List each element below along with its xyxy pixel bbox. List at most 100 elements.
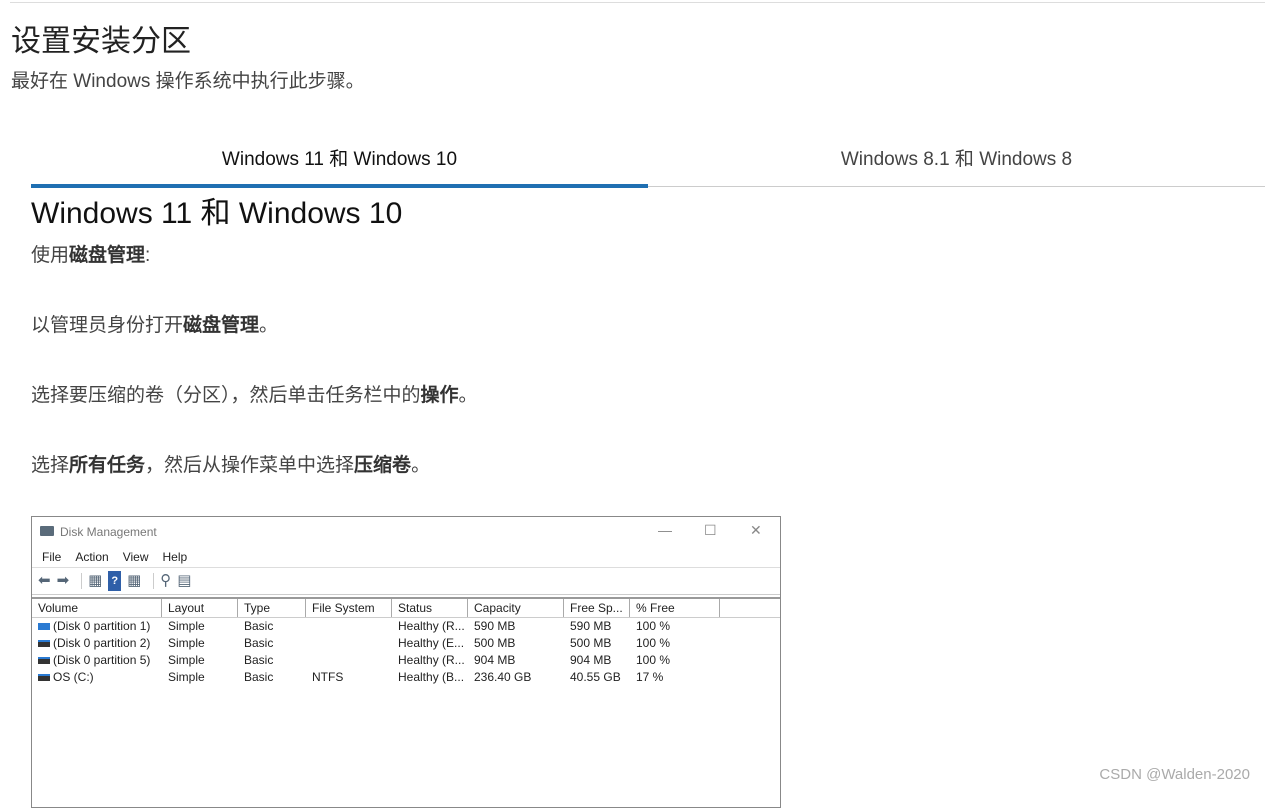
dm-menubar: File Action View Help (32, 547, 780, 567)
minimize-icon[interactable]: — (658, 522, 672, 538)
step-bold: 压缩卷 (354, 455, 412, 476)
dm-toolbar: ⬅ ➡ ▦ ? ▦ ⚲ ▤ (32, 567, 780, 595)
column-header[interactable]: Free Sp... (564, 599, 630, 617)
step-text: 。 (411, 455, 431, 476)
volume-cell: (Disk 0 partition 5) (32, 652, 162, 669)
type-cell: Basic (244, 636, 274, 650)
tab-windows-8[interactable]: Windows 8.1 和 Windows 8 (648, 140, 1265, 186)
table-row[interactable]: (Disk 0 partition 5) Simple Basic Health… (32, 652, 780, 669)
rescan-icon[interactable]: ⚲ (160, 571, 171, 591)
step-bold: 操作 (420, 385, 459, 406)
column-header[interactable]: Layout (162, 599, 238, 617)
step-bold: 磁盘管理 (183, 315, 260, 336)
toolbar-separator (81, 573, 83, 589)
volume-cell: (Disk 0 partition 1) (32, 618, 162, 635)
volume-name: (Disk 0 partition 1) (53, 619, 151, 633)
type-cell: Basic (244, 619, 274, 633)
step-text: 。 (458, 385, 478, 406)
capacity-cell: 904 MB (474, 653, 516, 667)
top-divider (10, 2, 1265, 3)
step-text: ，然后从操作菜单中选择 (145, 455, 355, 476)
volume-icon (38, 640, 50, 648)
disk-management-icon (40, 526, 54, 536)
column-header[interactable]: Status (392, 599, 468, 617)
step-text: 以管理员身份打开 (31, 315, 184, 336)
toolbar-separator (153, 573, 155, 589)
step-text: 选择要压缩的卷（分区），然后单击任务栏中的 (31, 385, 421, 406)
layout-cell: Simple (168, 653, 205, 667)
pct-free-cell: 17 % (636, 670, 664, 684)
step-4: 选择所有任务，然后从操作菜单中选择压缩卷。 (31, 450, 430, 477)
table-row[interactable]: (Disk 0 partition 1) Simple Basic Health… (32, 618, 780, 635)
table-row[interactable]: OS (C:) Simple Basic NTFS Healthy (B... … (32, 669, 780, 686)
step-text: 选择 (31, 455, 70, 476)
menu-help[interactable]: Help (163, 547, 188, 567)
pct-free-cell: 100 % (636, 636, 671, 650)
pct-free-cell: 100 % (636, 653, 671, 667)
fs-cell: NTFS (312, 670, 344, 684)
maximize-icon[interactable]: ☐ (704, 522, 717, 539)
pct-free-cell: 100 % (636, 619, 671, 633)
step-bold: 磁盘管理 (69, 245, 146, 266)
status-cell: Healthy (R... (398, 619, 465, 633)
step-text: 使用 (31, 245, 70, 266)
free-cell: 904 MB (570, 653, 612, 667)
free-cell: 500 MB (570, 636, 612, 650)
column-header[interactable]: Capacity (468, 599, 564, 617)
volume-icon (38, 623, 50, 631)
column-header[interactable]: Volume (32, 599, 162, 617)
refresh-icon[interactable]: ▦ (127, 571, 141, 591)
help-icon[interactable]: ? (108, 571, 122, 591)
page-title: 设置安装分区 (11, 25, 191, 58)
volume-icon (38, 674, 50, 682)
dm-titlebar: Disk Management — ☐ ✕ (32, 517, 780, 547)
step-3: 选择要压缩的卷（分区），然后单击任务栏中的操作。 (31, 380, 478, 407)
volume-name: (Disk 0 partition 5) (53, 653, 151, 667)
settings-icon[interactable]: ▤ (177, 571, 191, 591)
section-title: Windows 11 和 Windows 10 (31, 197, 403, 230)
column-header[interactable]: % Free (630, 599, 720, 617)
free-cell: 40.55 GB (570, 670, 621, 684)
watermark: CSDN @Walden-2020 (1099, 766, 1250, 783)
status-cell: Healthy (E... (398, 636, 465, 650)
menu-action[interactable]: Action (75, 547, 108, 567)
close-icon[interactable]: ✕ (750, 522, 762, 539)
step-text: : (145, 245, 151, 266)
step-1: 使用磁盘管理: (31, 240, 150, 267)
status-cell: Healthy (B... (398, 670, 465, 684)
dm-window-title: Disk Management (60, 525, 157, 539)
status-cell: Healthy (R... (398, 653, 465, 667)
type-cell: Basic (244, 670, 274, 684)
layout-cell: Simple (168, 670, 205, 684)
page-subtitle: 最好在 Windows 操作系统中执行此步骤。 (11, 71, 365, 92)
menu-view[interactable]: View (123, 547, 149, 567)
fs-cell (306, 618, 392, 635)
table-row[interactable]: (Disk 0 partition 2) Simple Basic Health… (32, 635, 780, 652)
fs-cell (306, 635, 392, 652)
volume-cell: (Disk 0 partition 2) (32, 635, 162, 652)
free-cell: 590 MB (570, 619, 612, 633)
volume-icon (38, 657, 50, 665)
properties-icon[interactable]: ▦ (88, 571, 102, 591)
menu-file[interactable]: File (42, 547, 61, 567)
column-header[interactable]: Type (238, 599, 306, 617)
volume-cell: OS (C:) (32, 669, 162, 686)
tab-windows-11-10[interactable]: Windows 11 和 Windows 10 (31, 140, 648, 188)
capacity-cell: 236.40 GB (474, 670, 532, 684)
capacity-cell: 590 MB (474, 619, 516, 633)
volume-table: Volume Layout Type File System Status Ca… (32, 597, 780, 686)
step-bold: 所有任务 (69, 455, 146, 476)
layout-cell: Simple (168, 619, 205, 633)
capacity-cell: 500 MB (474, 636, 516, 650)
fs-cell (306, 652, 392, 669)
forward-arrow-icon[interactable]: ➡ (57, 571, 70, 591)
step-text: 。 (259, 315, 279, 336)
type-cell: Basic (244, 653, 274, 667)
back-arrow-icon[interactable]: ⬅ (38, 571, 51, 591)
os-tabs: Windows 11 和 Windows 10 Windows 8.1 和 Wi… (31, 140, 1265, 188)
volume-name: (Disk 0 partition 2) (53, 636, 151, 650)
layout-cell: Simple (168, 636, 205, 650)
column-header[interactable]: File System (306, 599, 392, 617)
step-2: 以管理员身份打开磁盘管理。 (31, 310, 278, 337)
disk-management-screenshot: Disk Management — ☐ ✕ File Action View H… (31, 516, 781, 808)
